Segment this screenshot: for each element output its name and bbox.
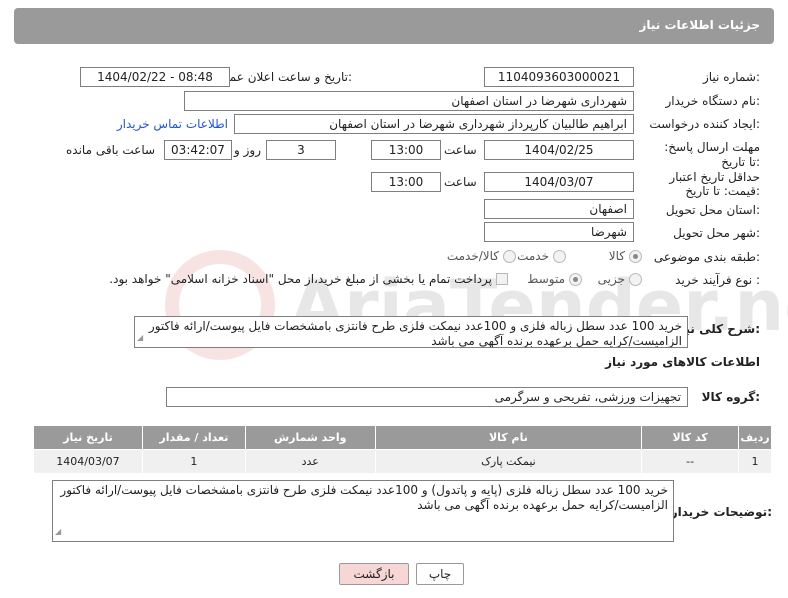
table-header-row: ردیف کد کالا نام کالا واحد شمارش تعداد /… [33, 425, 772, 450]
cell-date: 1404/03/07 [33, 449, 143, 474]
col-code-header: کد کالا [641, 425, 740, 450]
category-label: طبقه بندی موضوعی: [653, 250, 760, 264]
treasury-payment-checkbox[interactable]: پرداخت تمام یا بخشی از مبلغ خرید،از محل … [109, 272, 508, 286]
checkbox-icon [496, 273, 508, 285]
resize-handle-icon[interactable]: ◢ [137, 330, 143, 345]
radio-selected-icon [569, 272, 582, 286]
city-field[interactable]: شهرضا [484, 222, 634, 242]
validity-time-label: ساعت [444, 175, 477, 189]
province-field[interactable]: اصفهان [484, 199, 634, 219]
back-button[interactable]: بازگشت [339, 563, 409, 585]
radio-icon [553, 249, 566, 263]
buyer-org-field[interactable]: شهرداری شهرضا در استان اصفهان [184, 91, 634, 111]
col-name-header: نام کالا [374, 425, 643, 450]
announce-field[interactable]: 1404/02/22 - 08:48 [80, 67, 230, 87]
goods-section-title: اطلاعات کالاهای مورد نیاز [605, 355, 760, 369]
city-label: شهر محل تحویل: [673, 226, 760, 240]
process-option-medium[interactable]: متوسط [527, 272, 582, 286]
table-row[interactable]: 1 -- نیمکت پارک عدد 1 1404/03/07 [33, 449, 772, 474]
goods-group-label: گروه کالا: [701, 390, 760, 404]
category-option-goods-service[interactable]: کالا/خدمت [447, 249, 516, 263]
creator-label: ایجاد کننده درخواست: [649, 117, 760, 131]
deadline-days-label: روز و [234, 143, 261, 157]
radio-selected-icon [629, 249, 642, 263]
need-number-field[interactable]: 1104093603000021 [484, 67, 634, 87]
goods-table: ردیف کد کالا نام کالا واحد شمارش تعداد /… [33, 425, 772, 474]
validity-time-field[interactable]: 13:00 [371, 172, 441, 192]
cell-code: -- [641, 449, 740, 474]
radio-icon [629, 272, 642, 286]
resize-handle-icon[interactable]: ◢ [55, 524, 61, 539]
process-option-minor[interactable]: جزیی [598, 272, 642, 286]
remaining-time-label: ساعت باقی مانده [66, 143, 156, 157]
page-title: جزئیات اطلاعات نیاز [639, 18, 760, 32]
deadline-date-field[interactable]: 1404/02/25 [484, 140, 634, 160]
col-row-header: ردیف [738, 425, 772, 450]
province-label: استان محل تحویل: [665, 203, 760, 217]
deadline-time-field[interactable]: 13:00 [371, 140, 441, 160]
radio-icon [503, 249, 516, 263]
validity-label: حداقل تاریخ اعتبار قیمت: تا تاریخ: [669, 170, 760, 198]
category-option-service[interactable]: خدمت [517, 249, 566, 263]
remaining-time-field[interactable]: 03:42:07 [164, 140, 232, 160]
category-option-goods[interactable]: کالا [609, 249, 642, 263]
page-header: جزئیات اطلاعات نیاز [14, 8, 774, 44]
validity-date-field[interactable]: 1404/03/07 [484, 172, 634, 192]
buyer-contact-link[interactable]: اطلاعات تماس خریدار [117, 117, 228, 131]
cell-qty: 1 [141, 449, 246, 474]
cell-row: 1 [738, 449, 772, 474]
process-label: نوع فرآیند خرید : [675, 273, 760, 287]
cell-name: نیمکت پارک [374, 449, 643, 474]
goods-group-field[interactable]: تجهیزات ورزشی، تفریحی و سرگرمی [166, 387, 688, 407]
deadline-label: مهلت ارسال پاسخ: تا تاریخ: [664, 140, 760, 169]
buyer-notes-label: توضیحات خریدار: [670, 505, 772, 519]
col-qty-header: تعداد / مقدار [141, 425, 246, 450]
buyer-org-label: نام دستگاه خریدار: [665, 94, 761, 108]
col-date-header: تاریخ نیاز [33, 425, 143, 450]
creator-field[interactable]: ابراهیم طالبیان کارپرداز شهرداری شهرضا د… [234, 114, 634, 134]
print-button[interactable]: چاپ [416, 563, 464, 585]
col-unit-header: واحد شمارش [244, 425, 376, 450]
deadline-days-field[interactable]: 3 [266, 140, 336, 160]
need-number-label: شماره نیاز: [702, 70, 760, 84]
deadline-time-label: ساعت [444, 143, 477, 157]
cell-unit: عدد [244, 449, 376, 474]
buyer-notes-field[interactable]: خرید 100 عدد سطل زباله فلزی (پایه و پاتد… [52, 480, 674, 542]
description-field[interactable]: خرید 100 عدد سطل زباله فلزی و 100عدد نیم… [134, 316, 688, 348]
